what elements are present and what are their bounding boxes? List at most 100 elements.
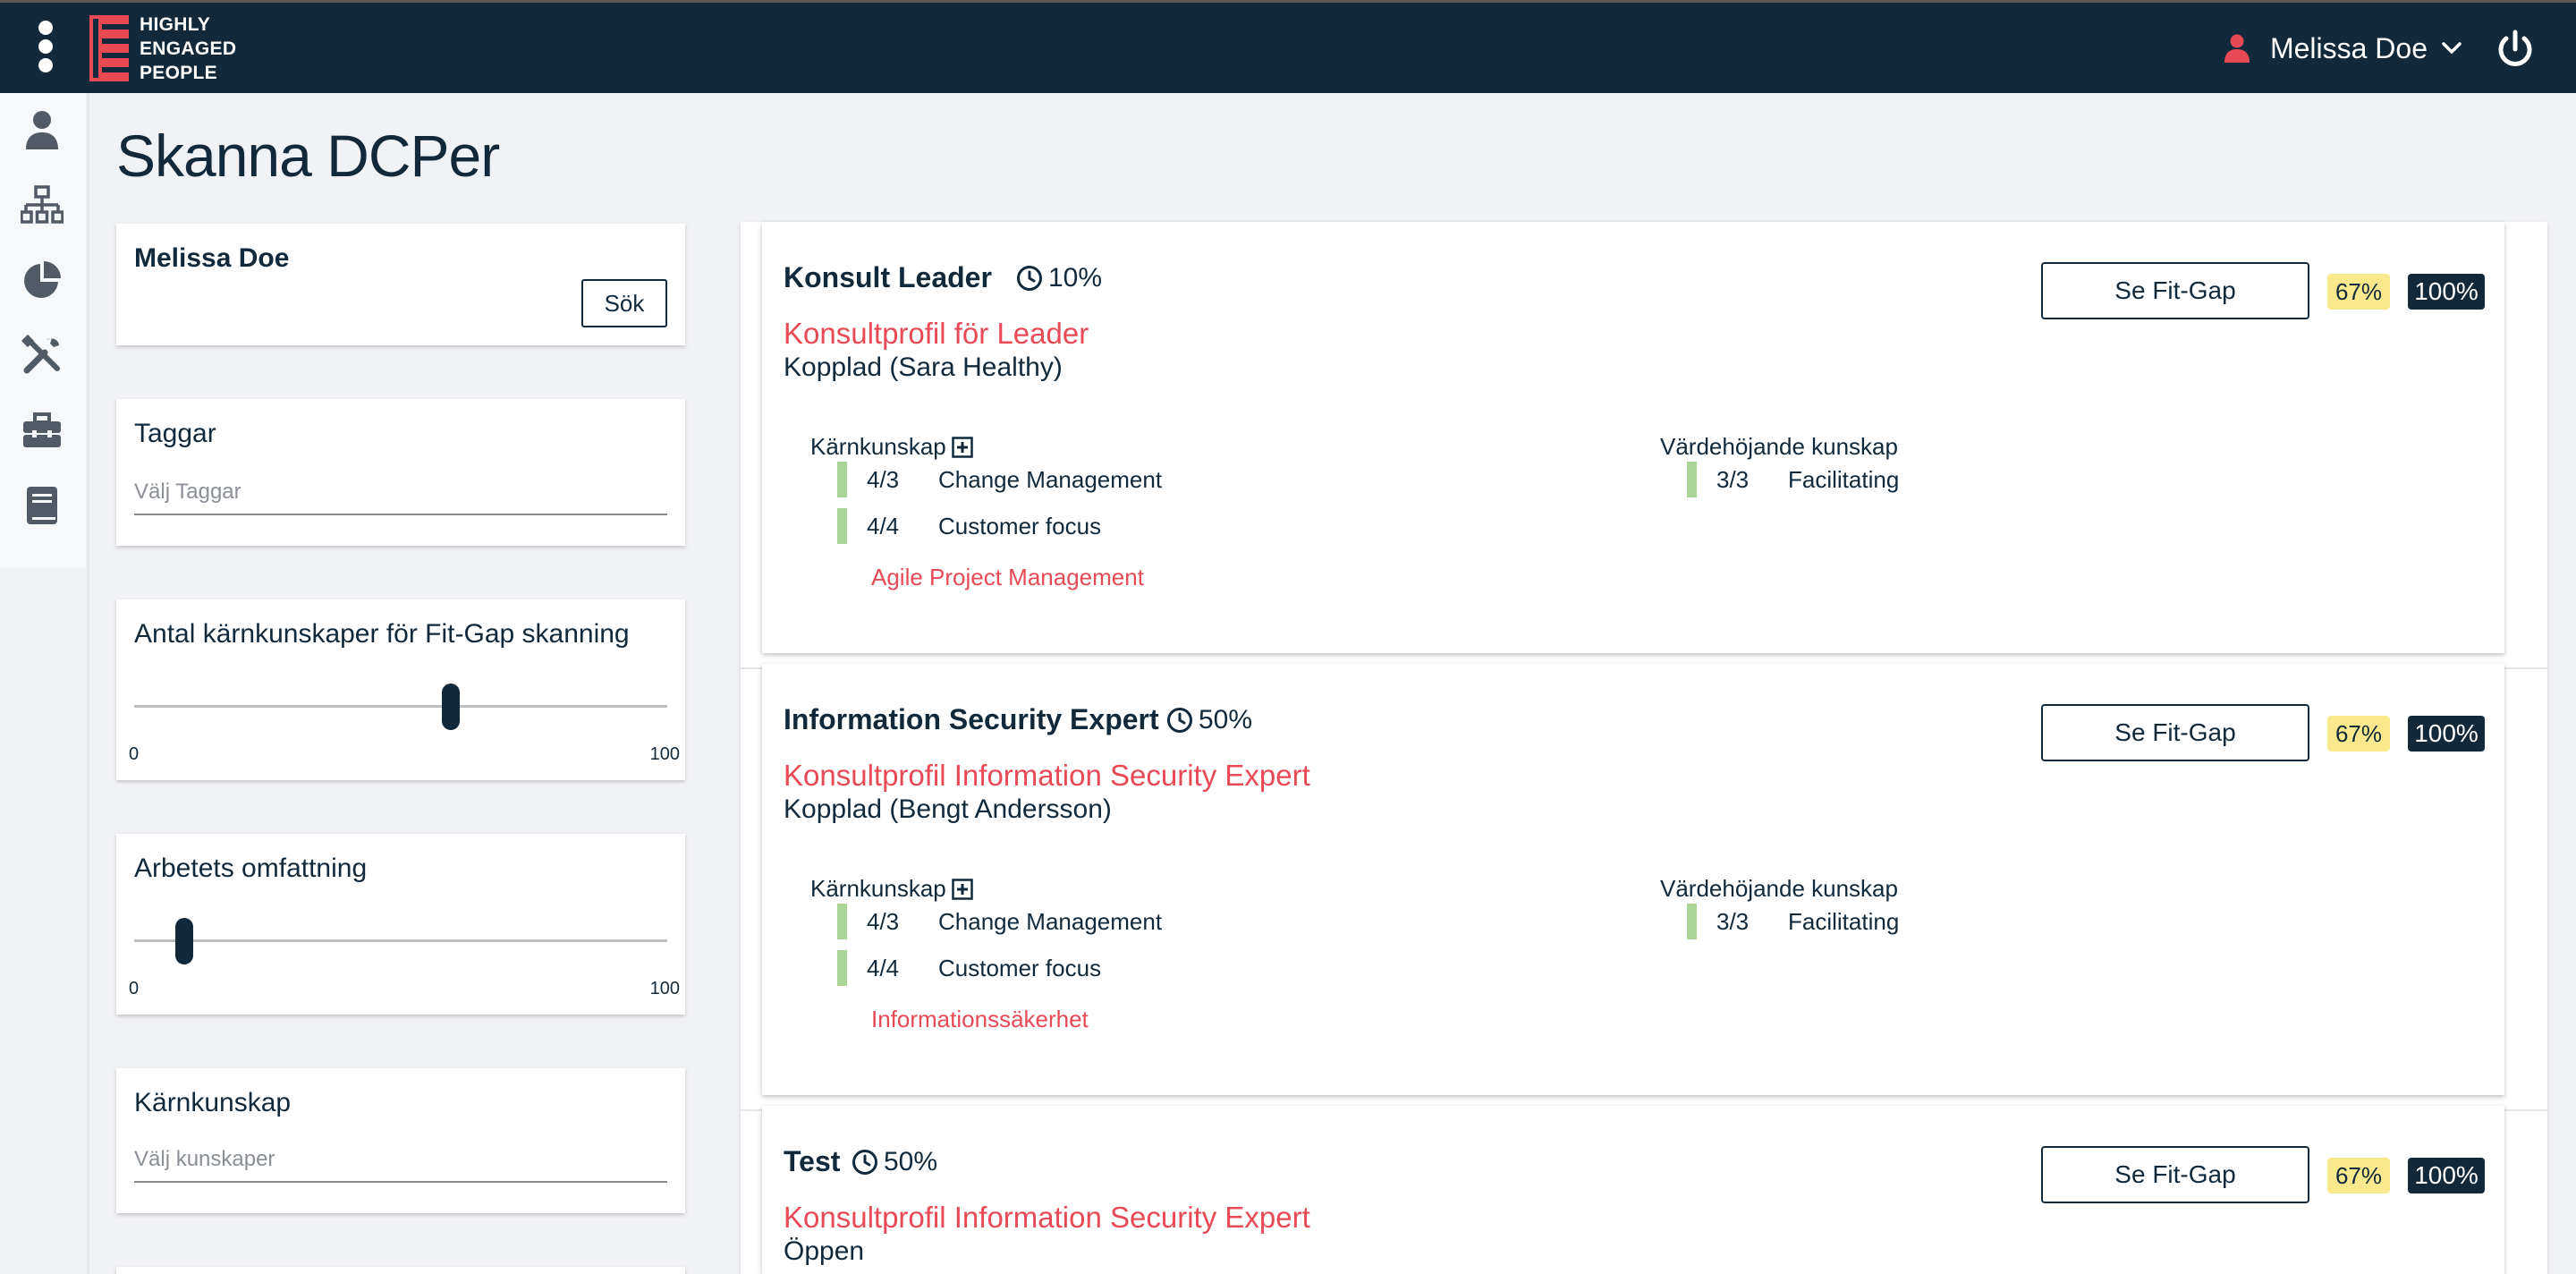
skill-level-bar — [1687, 462, 1697, 497]
result-card: Information Security Expert 50% Konsultp… — [762, 664, 2504, 1095]
skill-level-bar — [1687, 904, 1697, 939]
fit-gap-button[interactable]: Se Fit-Gap — [2041, 262, 2309, 319]
profile-link[interactable]: Konsultprofil för Leader — [784, 317, 1089, 351]
match-badge: 67% — [2327, 716, 2390, 752]
skill-row: 4/3 Change Management — [837, 462, 1162, 497]
missing-skill: Informationssäkerhet — [871, 1006, 1089, 1032]
top-bar: HIGHLY ENGAGED PEOPLE Melissa Doe — [0, 0, 2576, 93]
core-skill-title: Kärnkunskap — [134, 1088, 292, 1117]
logo-text: HIGHLY ENGAGED PEOPLE — [140, 13, 237, 83]
clock-icon — [852, 1150, 877, 1175]
skill-level-bar — [837, 950, 847, 986]
result-card: Konsult Leader 10% Konsultprofil för Lea… — [762, 222, 2504, 653]
side-nav — [0, 93, 86, 567]
result-time: 10% — [1016, 263, 1102, 293]
result-time-value: 50% — [1199, 705, 1253, 735]
skill-row: 4/3 Change Management — [837, 904, 1162, 939]
result-time: 50% — [1166, 705, 1252, 735]
total-badge: 100% — [2408, 716, 2485, 752]
scope-max: 100 — [649, 979, 680, 998]
nav-documents[interactable] — [20, 483, 64, 528]
sidebar-divider — [87, 93, 89, 1274]
skill-level-bar — [837, 904, 847, 939]
skill-level: 4/3 — [867, 907, 900, 935]
result-status: Kopplad (Bengt Andersson) — [784, 794, 1112, 824]
missing-skill: Agile Project Management — [871, 564, 1144, 590]
result-title: Test — [784, 1145, 841, 1177]
result-time: 50% — [852, 1147, 937, 1177]
pie-chart-icon — [24, 261, 61, 298]
next-filter-card — [116, 1267, 685, 1274]
chevron-down-icon — [2442, 42, 2462, 54]
skill-level: 4/3 — [867, 465, 900, 493]
clock-icon — [1017, 266, 1042, 291]
nav-statistics[interactable] — [20, 258, 64, 302]
person-search-card: Melissa Doe Sök — [116, 224, 685, 345]
skill-row: 3/3 Facilitating — [1687, 462, 1899, 497]
nav-consultants[interactable] — [20, 408, 64, 453]
result-time-value: 10% — [1048, 263, 1103, 293]
plus-box-icon[interactable] — [952, 878, 973, 900]
user-menu[interactable]: Melissa Doe — [2224, 26, 2462, 71]
tags-filter-card: Taggar Välj Taggar — [116, 399, 685, 546]
fit-gap-button[interactable]: Se Fit-Gap — [2041, 1146, 2309, 1203]
plus-box-icon[interactable] — [952, 436, 973, 458]
tools-icon — [21, 335, 60, 374]
result-title: Konsult Leader — [784, 261, 992, 293]
total-badge: 100% — [2408, 274, 2485, 310]
match-badge: 67% — [2327, 274, 2390, 310]
value-skills-heading: Värdehöjande kunskap — [1660, 433, 1898, 460]
skill-name: Customer focus — [938, 512, 1102, 539]
user-icon — [26, 111, 58, 149]
total-badge: 100% — [2408, 1158, 2485, 1193]
skill-name: Customer focus — [938, 954, 1102, 981]
search-button[interactable]: Sök — [581, 279, 667, 327]
profile-link[interactable]: Konsultprofil Information Security Exper… — [784, 759, 1310, 793]
core-skills-heading-label: Kärnkunskap — [810, 875, 946, 902]
core-count-title: Antal kärnkunskaper för Fit-Gap skanning — [134, 619, 630, 649]
nav-tools[interactable] — [20, 333, 64, 378]
core-count-slider-track[interactable] — [134, 705, 667, 708]
skill-level: 4/4 — [867, 954, 900, 981]
menu-kebab-icon[interactable] — [34, 21, 57, 76]
logo[interactable]: HIGHLY ENGAGED PEOPLE — [89, 13, 236, 83]
person-name: Melissa Doe — [134, 243, 290, 273]
skill-level: 3/3 — [1716, 465, 1750, 493]
core-count-filter-card: Antal kärnkunskaper för Fit-Gap skanning… — [116, 599, 685, 780]
skill-name: Change Management — [938, 465, 1163, 493]
skill-level: 4/4 — [867, 512, 900, 539]
skill-level-bar — [837, 462, 847, 497]
result-time-value: 50% — [884, 1147, 938, 1176]
result-status: Öppen — [784, 1236, 865, 1266]
skill-name: Facilitating — [1788, 907, 1900, 935]
skill-name: Facilitating — [1788, 465, 1900, 493]
tags-select[interactable]: Välj Taggar — [134, 472, 667, 515]
core-skill-filter-card: Kärnkunskap Välj kunskaper — [116, 1068, 685, 1213]
skill-row: 4/4 Customer focus — [837, 950, 1101, 986]
core-count-slider-thumb[interactable] — [442, 684, 460, 730]
profile-link[interactable]: Konsultprofil Information Security Exper… — [784, 1201, 1310, 1235]
scope-slider-track[interactable] — [134, 939, 667, 942]
value-skills-heading: Värdehöjande kunskap — [1660, 875, 1898, 902]
fit-gap-button[interactable]: Se Fit-Gap — [2041, 704, 2309, 761]
scope-filter-card: Arbetets omfattning 0 100 — [116, 834, 685, 1015]
scope-slider-thumb[interactable] — [175, 918, 193, 964]
nav-organisation[interactable] — [20, 183, 64, 227]
logo-icon — [89, 15, 129, 81]
core-skill-select[interactable]: Välj kunskaper — [134, 1140, 667, 1183]
power-icon[interactable] — [2496, 30, 2535, 69]
user-icon — [2224, 34, 2250, 63]
page-title: Skanna DCPer — [116, 123, 500, 189]
book-icon — [27, 487, 57, 524]
core-count-max: 100 — [649, 744, 680, 764]
skill-row: 4/4 Customer focus — [837, 508, 1101, 544]
result-title: Information Security Expert — [784, 703, 1159, 735]
skill-level-bar — [837, 508, 847, 544]
tags-title: Taggar — [134, 419, 216, 448]
org-chart-icon — [21, 185, 64, 224]
match-badge: 67% — [2327, 1158, 2390, 1193]
skill-name: Change Management — [938, 907, 1163, 935]
core-count-min: 0 — [129, 744, 140, 764]
nav-profile[interactable] — [20, 107, 64, 152]
toolbox-icon — [23, 412, 61, 447]
